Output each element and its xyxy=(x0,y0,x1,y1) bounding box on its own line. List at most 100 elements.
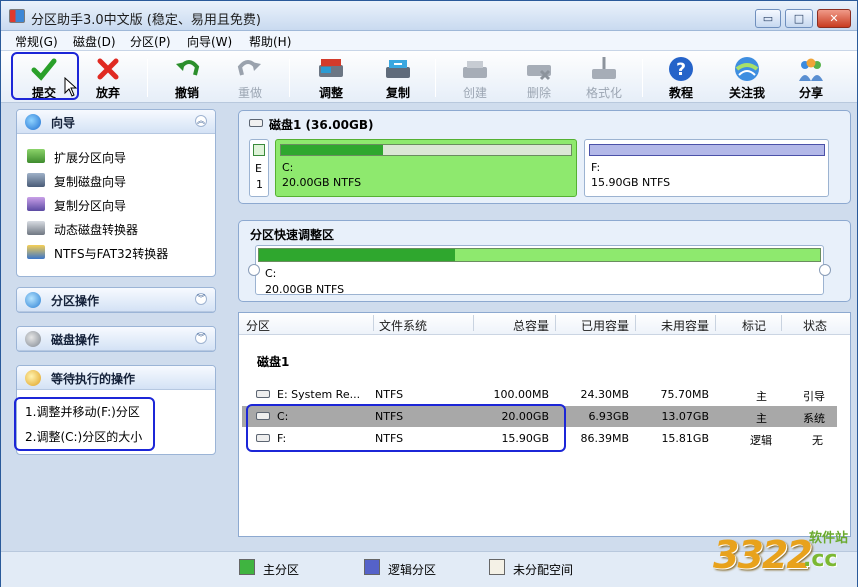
minimize-button[interactable]: ▭ xyxy=(755,9,781,28)
create-icon xyxy=(463,61,487,78)
mouse-cursor-icon xyxy=(64,77,78,97)
menu-partition[interactable]: 分区(P) xyxy=(130,33,171,50)
copy-partition-icon xyxy=(27,197,45,211)
resize-icon xyxy=(319,59,343,77)
column-header[interactable]: 已用容量 xyxy=(559,317,629,334)
watermark-number: 3322 xyxy=(713,533,813,577)
column-header[interactable]: 标记 xyxy=(742,317,766,334)
disk-ops-header[interactable]: 磁盘操作 ︾ xyxy=(17,327,215,351)
cell-used: 6.93GB xyxy=(588,410,629,423)
menu-help[interactable]: 帮助(H) xyxy=(249,33,291,50)
chevron-down-icon[interactable]: ︾ xyxy=(195,332,207,344)
wizard-item-extend[interactable]: 扩展分区向导 xyxy=(27,147,212,167)
cell-free: 15.81GB xyxy=(661,432,709,445)
create-label: 创建 xyxy=(462,86,487,100)
column-divider xyxy=(473,315,474,331)
cross-icon xyxy=(97,58,119,80)
partition-usage-bar xyxy=(589,144,825,156)
toolbar-separator xyxy=(147,59,148,97)
right-pane: 磁盘1 (36.00GB) E 1 C: 20.00GB NTFS F: 15.… xyxy=(229,103,857,551)
discard-button[interactable]: 放弃 xyxy=(80,51,136,103)
partition-letter: E xyxy=(255,162,262,175)
quick-resize-section: 分区快速调整区 C: 20.00GB NTFS xyxy=(238,220,851,302)
copy-label: 复制 xyxy=(385,86,410,100)
column-divider xyxy=(715,315,716,331)
title-bar: 分区助手3.0中文版 (稳定、易用且免费) ▭ □ ✕ xyxy=(1,1,857,31)
cell-free: 75.70MB xyxy=(660,388,709,401)
resize-label: 调整 xyxy=(318,86,343,100)
disk-ops-panel: 磁盘操作 ︾ xyxy=(16,326,216,352)
watermark-suffix: .cc xyxy=(803,547,838,572)
table-header: 分区 文件系统 总容量 已用容量 未用容量 标记 状态 xyxy=(239,313,850,335)
undo-button[interactable]: 撤销 xyxy=(159,51,215,103)
help-icon: ? xyxy=(669,57,693,81)
follow-icon xyxy=(735,57,759,81)
copy-button[interactable]: 复制 xyxy=(370,51,426,103)
dynamic-disk-icon xyxy=(27,221,45,235)
menu-disk[interactable]: 磁盘(D) xyxy=(73,33,116,50)
column-divider xyxy=(781,315,782,331)
quick-resize-box[interactable]: C: 20.00GB NTFS xyxy=(255,245,824,296)
delete-button[interactable]: 删除 xyxy=(511,51,567,103)
cell-free: 13.07GB xyxy=(661,410,709,423)
legend-label: 主分区 xyxy=(263,563,300,577)
column-divider xyxy=(635,315,636,331)
pending-ops-icon xyxy=(25,370,41,386)
pending-ops-title: 等待执行的操作 xyxy=(51,372,136,386)
wizard-item-dynamic-disk[interactable]: 动态磁盘转换器 xyxy=(27,219,212,239)
partition-block-f[interactable]: F: 15.90GB NTFS xyxy=(584,139,829,197)
gear-icon xyxy=(25,331,41,347)
wizard-item-copy-partition[interactable]: 复制分区向导 xyxy=(27,195,212,215)
column-header[interactable]: 总容量 xyxy=(479,317,549,334)
wizard-item-label: 动态磁盘转换器 xyxy=(54,223,139,237)
tutorial-button[interactable]: ? 教程 xyxy=(653,51,709,103)
redo-button[interactable]: 重做 xyxy=(222,51,278,103)
wizard-panel-title: 向导 xyxy=(51,116,76,130)
resize-handle-left[interactable] xyxy=(248,264,260,276)
menu-wizard[interactable]: 向导(W) xyxy=(187,33,232,50)
partition-ops-header[interactable]: 分区操作 ︾ xyxy=(17,288,215,312)
usage-fill xyxy=(259,249,456,261)
cell-flag: 主 xyxy=(756,390,767,403)
window-title: 分区助手3.0中文版 (稳定、易用且免费) xyxy=(31,13,261,28)
follow-button[interactable]: 关注我 xyxy=(719,51,775,103)
maximize-button[interactable]: □ xyxy=(785,9,813,28)
share-button[interactable]: 分享 xyxy=(783,51,839,103)
chevron-up-icon[interactable]: ︽ xyxy=(195,115,207,127)
pending-ops-highlight xyxy=(14,397,155,451)
partition-block-c[interactable]: C: 20.00GB NTFS xyxy=(275,139,577,197)
legend-label: 逻辑分区 xyxy=(388,563,437,577)
column-header[interactable]: 分区 xyxy=(246,317,270,334)
pending-ops-header[interactable]: 等待执行的操作 xyxy=(17,366,215,390)
undo-label: 撤销 xyxy=(174,86,199,100)
follow-label: 关注我 xyxy=(728,86,765,100)
partition-block-e[interactable]: E 1 xyxy=(249,139,269,197)
resize-handle-right[interactable] xyxy=(819,264,831,276)
column-header[interactable]: 未用容量 xyxy=(639,317,709,334)
format-label: 格式化 xyxy=(585,86,622,100)
chevron-down-icon[interactable]: ︾ xyxy=(195,293,207,305)
extend-partition-icon xyxy=(27,149,45,163)
close-button[interactable]: ✕ xyxy=(817,9,851,28)
usage-fill xyxy=(281,145,383,155)
wizard-panel-header[interactable]: 向导 ︽ xyxy=(17,110,215,134)
column-header[interactable]: 文件系统 xyxy=(379,317,427,334)
delete-label: 删除 xyxy=(526,86,551,100)
format-button[interactable]: 格式化 xyxy=(576,51,632,103)
partition-name: C: xyxy=(282,161,294,174)
create-button[interactable]: 创建 xyxy=(447,51,503,103)
table-row[interactable]: E: System Re... NTFS 100.00MB 24.30MB 75… xyxy=(242,384,837,405)
wizard-item-ntfs-fat32[interactable]: NTFS与FAT32转换器 xyxy=(27,243,212,263)
column-header[interactable]: 状态 xyxy=(803,317,827,334)
cell-used: 86.39MB xyxy=(580,432,629,445)
wizard-panel: 向导 ︽ 扩展分区向导 复制磁盘向导 复制分区向导 动态磁盘转换器 NTFS与F… xyxy=(16,109,216,277)
watermark-site: 软件站 xyxy=(809,531,849,546)
resize-button[interactable]: 调整 xyxy=(303,51,359,103)
partition-ops-panel: 分区操作 ︾ xyxy=(16,287,216,313)
cell-used: 24.30MB xyxy=(580,388,629,401)
menu-general[interactable]: 常规(G) xyxy=(15,33,58,50)
share-label: 分享 xyxy=(798,86,823,100)
partition-number: 1 xyxy=(256,178,263,191)
left-pane: 向导 ︽ 扩展分区向导 复制磁盘向导 复制分区向导 动态磁盘转换器 NTFS与F… xyxy=(1,103,229,551)
wizard-item-copy-disk[interactable]: 复制磁盘向导 xyxy=(27,171,212,191)
